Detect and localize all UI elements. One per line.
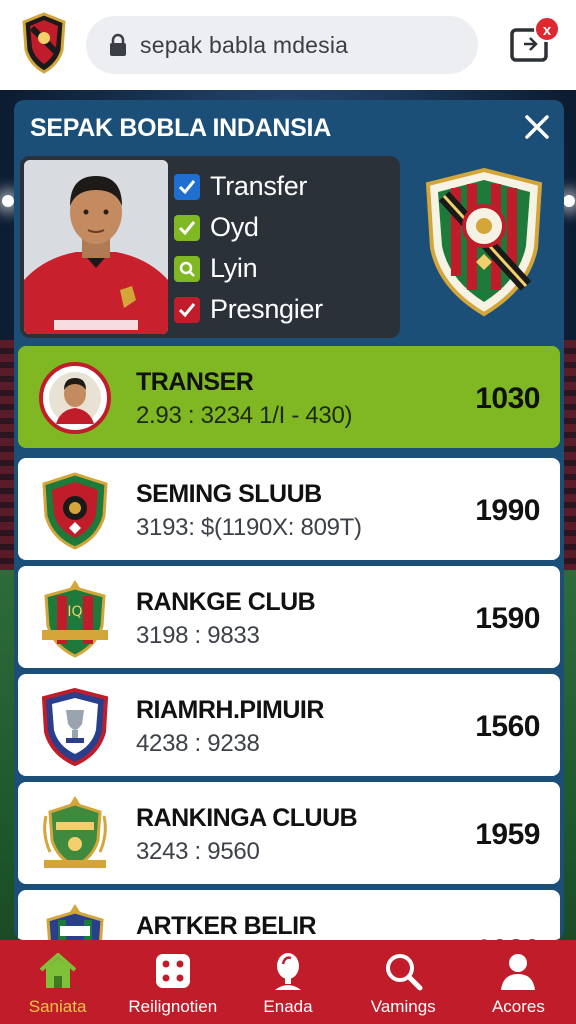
player-avatar-icon — [24, 160, 168, 334]
club-stats: 3243 : 9560 — [136, 838, 260, 865]
club-row[interactable]: ARTKER BELIR 1080 — [18, 890, 560, 940]
nav-label: Enada — [263, 997, 313, 1016]
club-score: 1959 — [475, 818, 540, 851]
club-row[interactable]: SEMING SLUUB 3193: $(1190X: 809T) 1990 — [18, 458, 560, 560]
panel-title: SEPAK BOBLA INDANSIA — [30, 114, 331, 142]
filter-checklist: Transfer Oyd Lyin Presngier — [174, 166, 323, 330]
dice-icon — [155, 954, 190, 988]
club-badge-icon: IQ — [42, 580, 108, 658]
nav-item-enada[interactable]: Enada — [230, 940, 345, 1024]
nav-label: Acores — [491, 997, 545, 1016]
checkbox-checked-icon[interactable] — [174, 173, 200, 200]
club-row[interactable]: RIAMRH.PIMUIR 4238 : 9238 1560 — [18, 674, 560, 776]
club-name: RANKGE CLUB — [136, 588, 316, 616]
filter-label: Transfer — [210, 171, 308, 201]
nav-label: Vamings — [370, 997, 436, 1016]
club-score: 1990 — [475, 494, 540, 527]
club-name: RIAMRH.PIMUIR — [136, 696, 324, 724]
club-name: ARTKER BELIR — [136, 912, 317, 940]
filter-label: Lyin — [210, 253, 258, 283]
search-icon — [386, 954, 423, 991]
nav-item-reilignotien[interactable]: Reilignotien — [115, 940, 230, 1024]
filter-presngier[interactable]: Presngier — [174, 289, 323, 330]
club-badge-icon — [42, 472, 108, 550]
club-badge-icon — [41, 687, 109, 766]
trophy-icon — [275, 953, 301, 990]
url-text: sepak babla mdesia — [140, 31, 349, 58]
club-crest-icon — [425, 167, 543, 317]
club-score: 1590 — [475, 602, 540, 635]
tab-count-badge[interactable]: x — [534, 16, 560, 42]
svg-text:IQ: IQ — [67, 604, 82, 620]
club-stats: 4238 : 9238 — [136, 730, 260, 757]
club-name: TRANSER — [136, 368, 254, 396]
player-photo[interactable] — [24, 160, 168, 334]
filter-label: Oyd — [210, 212, 259, 242]
club-name: SEMING SLUUB — [136, 480, 322, 508]
close-icon[interactable] — [522, 112, 552, 142]
club-stats: 3198 : 9833 — [136, 622, 260, 649]
checkbox-checked-icon[interactable] — [174, 214, 200, 241]
profile-card: Transfer Oyd Lyin Presngier — [20, 156, 400, 338]
nav-label: Saniata — [28, 997, 87, 1016]
browser-bar: sepak babla mdesia x — [0, 0, 576, 90]
club-logo-icon[interactable] — [20, 12, 68, 74]
club-score: 1560 — [475, 710, 540, 743]
nav-item-vamings[interactable]: Vamings — [346, 940, 461, 1024]
bottom-navigation: Saniata Reilignotien Enada Vamings Acore… — [0, 940, 576, 1024]
club-score: 1030 — [475, 382, 540, 415]
club-stats: 2.93 : 3234 1/I - 430) — [136, 402, 353, 429]
club-row[interactable]: RANKINGA CLUUB 3243 : 9560 1959 — [18, 782, 560, 884]
club-badge-icon — [43, 796, 107, 868]
filter-lyin[interactable]: Lyin — [174, 248, 323, 289]
nav-item-acores[interactable]: Acores — [461, 940, 576, 1024]
club-row[interactable]: IQ RANKGE CLUB 3198 : 9833 1590 — [18, 566, 560, 668]
search-check-icon[interactable] — [174, 255, 200, 282]
club-badge-icon — [39, 362, 111, 434]
filter-label: Presngier — [210, 294, 323, 324]
user-icon — [501, 954, 536, 990]
checkbox-checked-icon[interactable] — [174, 296, 200, 323]
filter-transfer[interactable]: Transfer — [174, 166, 323, 207]
filter-oyd[interactable]: Oyd — [174, 207, 323, 248]
main-panel: SEPAK BOBLA INDANSIA Transfer Oyd Lyin P… — [14, 100, 564, 940]
nav-item-saniata[interactable]: Saniata — [0, 940, 115, 1024]
floodlight — [2, 195, 14, 207]
url-bar[interactable]: sepak babla mdesia — [86, 16, 478, 74]
nav-label: Reilignotien — [128, 997, 218, 1016]
club-stats: 3193: $(1190X: 809T) — [136, 514, 362, 541]
club-row[interactable]: TRANSER 2.93 : 3234 1/I - 430) 1030 — [18, 346, 560, 448]
club-badge-icon — [46, 904, 104, 940]
floodlight — [563, 195, 575, 207]
club-name: RANKINGA CLUUB — [136, 804, 358, 832]
home-icon — [39, 953, 76, 988]
lock-icon — [110, 33, 126, 56]
